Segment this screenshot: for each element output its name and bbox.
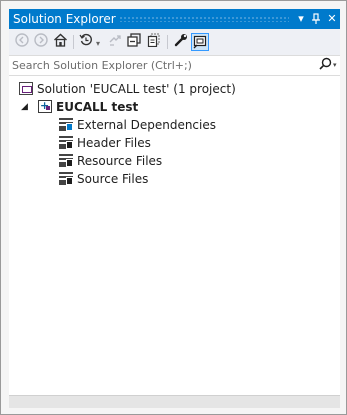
preview-icon[interactable] (191, 33, 209, 51)
tree-item-label: External Dependencies (77, 118, 217, 132)
tree-item-label: Resource Files (77, 154, 163, 168)
filter-folder-icon (59, 136, 73, 149)
tree-item-label: Header Files (77, 136, 151, 150)
filter-folder-icon (59, 172, 73, 185)
panel-title: Solution Explorer (13, 12, 116, 26)
toolbar: ▾ (9, 29, 340, 55)
expand-arrow-icon[interactable]: ◢ (21, 98, 28, 116)
collapse-all-icon[interactable] (125, 33, 143, 51)
tree-item-external-dependencies[interactable]: External Dependencies (9, 116, 340, 134)
search-icon[interactable] (319, 57, 332, 74)
pin-icon[interactable] (309, 11, 323, 27)
back-icon[interactable] (13, 33, 31, 51)
cpp-project-icon (38, 97, 52, 115)
history-dropdown-icon[interactable]: ▾ (96, 39, 100, 48)
filter-folder-icon (59, 154, 73, 167)
tree-item-label: Source Files (77, 172, 149, 186)
title-bar[interactable]: Solution Explorer ▾ ✕ (9, 9, 340, 29)
sync-icon[interactable] (106, 33, 124, 51)
bottom-tab-strip (9, 395, 340, 408)
project-label: EUCALL test (56, 100, 139, 114)
toolbar-separator (167, 35, 168, 49)
tree-item-resource-files[interactable]: Resource Files (9, 152, 340, 170)
window-position-dropdown-icon[interactable]: ▾ (294, 11, 308, 27)
search-options-dropdown-icon[interactable]: ▾ (333, 61, 337, 69)
tree-item-source-files[interactable]: Source Files (9, 170, 340, 188)
tree-item-header-files[interactable]: Header Files (9, 134, 340, 152)
solution-explorer-panel: Solution Explorer ▾ ✕ ▾ Search Solution … (9, 9, 340, 408)
properties-icon[interactable] (172, 33, 190, 51)
toolbar-separator (73, 35, 74, 49)
tree-item-project[interactable]: ◢ EUCALL test (9, 97, 340, 116)
external-dependencies-icon (59, 118, 73, 131)
search-box[interactable]: ▾ (9, 55, 340, 76)
history-icon[interactable] (77, 33, 95, 51)
solution-label: Solution 'EUCALL test' (1 project) (37, 82, 236, 96)
tree-item-solution[interactable]: Solution 'EUCALL test' (1 project) (9, 80, 340, 98)
screenshot-frame: Solution Explorer ▾ ✕ ▾ Search Solution … (0, 0, 347, 415)
drag-grip[interactable] (119, 16, 289, 22)
solution-icon (19, 82, 33, 95)
home-icon[interactable] (51, 33, 69, 51)
close-icon[interactable]: ✕ (325, 11, 339, 27)
search-input[interactable] (9, 57, 312, 74)
show-all-files-icon[interactable] (145, 33, 163, 51)
forward-icon[interactable] (32, 33, 50, 51)
